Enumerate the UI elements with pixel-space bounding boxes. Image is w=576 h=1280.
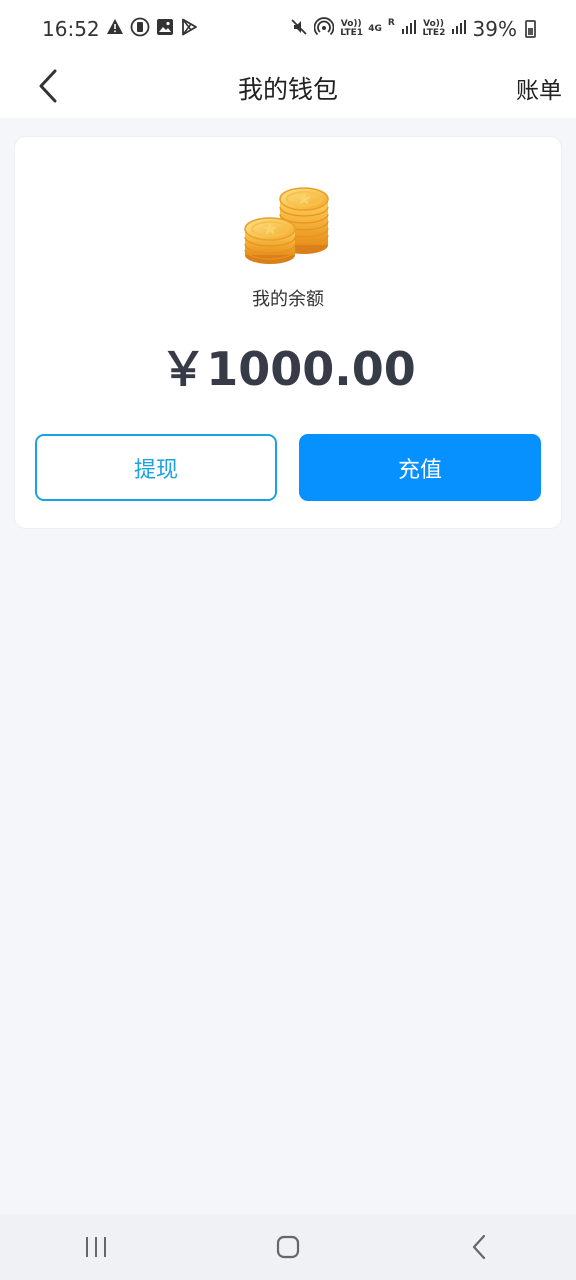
volte2-icon: Vo)) LTE2 xyxy=(422,19,446,38)
coins-icon xyxy=(244,177,334,267)
mute-icon xyxy=(290,18,308,40)
warning-icon xyxy=(106,18,124,40)
4g-icon: 4G xyxy=(368,23,382,34)
header-bar: 我的钱包 账单 xyxy=(0,58,576,118)
wallet-card: 我的余额 ￥1000.00 提现 充值 xyxy=(14,136,562,529)
balance-amount: ￥1000.00 xyxy=(160,342,416,396)
play-store-icon xyxy=(180,18,198,40)
system-back-button[interactable] xyxy=(450,1222,510,1272)
roaming-label: R xyxy=(387,18,395,28)
recent-apps-button[interactable] xyxy=(66,1222,126,1272)
back-button[interactable] xyxy=(28,64,68,108)
withdraw-button[interactable]: 提现 xyxy=(35,434,277,501)
back-icon xyxy=(472,1234,486,1260)
chevron-left-icon xyxy=(39,69,57,103)
status-time: 16:52 xyxy=(42,17,100,41)
battery-icon xyxy=(525,20,536,38)
recent-apps-icon xyxy=(86,1237,106,1257)
home-icon xyxy=(276,1235,300,1259)
balance-label: 我的余额 xyxy=(252,289,324,310)
page-title: 我的钱包 xyxy=(237,75,338,104)
bill-link[interactable]: 账单 xyxy=(516,71,562,105)
signal1-icon: R xyxy=(388,19,417,39)
sim-icon xyxy=(130,17,150,41)
status-right: Vo)) LTE1 4G R Vo)) LTE2 39% xyxy=(290,17,536,41)
recharge-button[interactable]: 充值 xyxy=(299,434,541,501)
status-bar: 16:52 Vo)) LTE1 4G R Vo)) LTE2 39% xyxy=(0,0,576,58)
status-left: 16:52 xyxy=(42,17,198,41)
signal2-icon xyxy=(451,19,467,39)
image-icon xyxy=(156,18,174,40)
system-navigation-bar xyxy=(0,1214,576,1280)
hotspot-icon xyxy=(313,17,335,41)
volte1-icon: Vo)) LTE1 xyxy=(340,19,364,38)
home-button[interactable] xyxy=(258,1222,318,1272)
battery-percent: 39% xyxy=(472,17,517,41)
